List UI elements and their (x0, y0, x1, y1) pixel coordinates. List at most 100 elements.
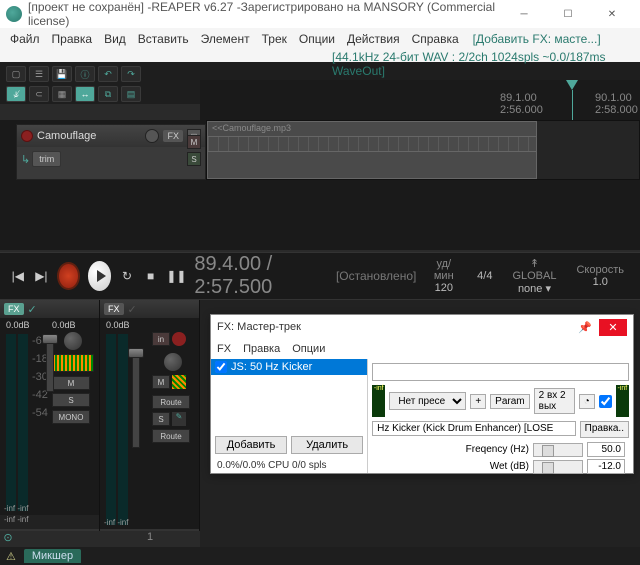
stop-button[interactable]: ■ (143, 266, 159, 286)
track1-mute-button[interactable]: M (152, 375, 170, 389)
track1-solo-button[interactable]: S (152, 412, 170, 426)
fx-comment-field[interactable] (372, 363, 629, 381)
timeline-ruler[interactable]: 89.1.002:56.000 90.1.002:58.000 (200, 80, 640, 120)
track-lane[interactable]: <<Camouflage.mp3 (206, 120, 640, 180)
fx-add-button[interactable]: Добавить (215, 436, 287, 454)
mixer-track-strip[interactable]: FX ✓ 0.0dB in M Route S ✎ (100, 300, 200, 547)
fx-io-button[interactable]: 2 вх 2 вых (534, 388, 575, 414)
menu-actions[interactable]: Действия (341, 28, 406, 50)
track-control-panel[interactable]: Camouflage FX ⊡ ↳ trim M S (16, 124, 206, 180)
menu-view[interactable]: Вид (98, 28, 132, 50)
menu-track[interactable]: Трек (256, 28, 293, 50)
fx-list-item[interactable]: JS: 50 Hz Kicker (211, 359, 367, 375)
track-index: 1 (100, 531, 200, 547)
track1-fx-button[interactable]: FX (104, 303, 124, 315)
maximize-button[interactable]: ☐ (546, 0, 590, 28)
tool-grid-icon[interactable]: ▤ (121, 86, 141, 102)
warning-icon[interactable]: ⚠ (6, 550, 16, 563)
fx-edit-button[interactable]: Правка.. (580, 421, 629, 438)
param-slider[interactable] (533, 460, 583, 474)
fx-remove-button[interactable]: Удалить (291, 436, 363, 454)
tool-envelope-icon[interactable]: ⊂ (29, 86, 49, 102)
master-output-icon[interactable] (52, 354, 94, 372)
fx-enable-checkbox[interactable] (215, 361, 227, 373)
tool-new-icon[interactable]: ▢ (6, 66, 26, 82)
track1-phase-icon[interactable] (172, 375, 186, 389)
fx-menu-edit[interactable]: Правка (243, 343, 280, 355)
master-fader-handle[interactable] (42, 334, 58, 344)
fx-ui-button[interactable]: ◔ (579, 394, 595, 409)
fx-menu-fx[interactable]: FX (217, 343, 231, 355)
playhead-icon[interactable] (566, 80, 578, 90)
track1-rec-button[interactable] (172, 332, 186, 346)
track1-fx-bypass-icon[interactable]: ✓ (128, 303, 137, 316)
mute-button[interactable]: M (187, 135, 201, 149)
menu-item[interactable]: Элемент (195, 28, 256, 50)
goto-end-button[interactable]: ▶| (34, 266, 50, 286)
tool-redo-icon[interactable]: ↷ (121, 66, 141, 82)
menu-edit[interactable]: Правка (46, 28, 99, 50)
master-solo-button[interactable]: S (52, 393, 90, 407)
track1-route2-button[interactable]: Route (152, 429, 190, 443)
param-value[interactable]: -12.0 (587, 459, 625, 474)
transport-bar: |◀ ▶| ↻ ■ ❚❚ 89.4.00 / 2:57.500 [Останов… (0, 252, 640, 300)
param-value[interactable]: 50.0 (587, 442, 625, 457)
minimize-button[interactable]: ─ (502, 0, 546, 28)
tool-ripple-icon[interactable]: ↔ (75, 86, 95, 102)
master-mute-button[interactable]: M (52, 376, 90, 390)
clip-waveform (208, 136, 536, 152)
fx-chain-window[interactable]: FX: Мастер-трек 📌 ✕ FX Правка Опции JS: … (210, 314, 634, 474)
fx-menu-options[interactable]: Опции (292, 343, 325, 355)
playrate-box[interactable]: Скорость1.0 (570, 262, 630, 290)
menu-file[interactable]: Файл (4, 28, 46, 50)
tool-undo-icon[interactable]: ↶ (98, 66, 118, 82)
track1-in-button[interactable]: in (152, 332, 170, 346)
menu-insert[interactable]: Вставить (132, 28, 195, 50)
solo-button[interactable]: S (187, 152, 201, 166)
fx-param-button[interactable]: Param (490, 394, 529, 409)
play-button[interactable] (88, 261, 111, 291)
fx-bypass-checkbox[interactable] (599, 395, 612, 408)
global-automation-box[interactable]: ↟ GLOBALnone ▾ (506, 255, 562, 297)
tool-save-icon[interactable]: 💾 (52, 66, 72, 82)
tool-snap-icon[interactable]: ⧉ (98, 86, 118, 102)
input-icon[interactable]: ↳ (21, 153, 30, 166)
trim-button[interactable]: trim (32, 151, 61, 167)
track1-pan-knob[interactable] (164, 353, 182, 371)
menu-help[interactable]: Справка (406, 28, 465, 50)
tool-lock-icon[interactable]: ⫝̸ (6, 86, 26, 102)
track1-env-icon[interactable]: ✎ (172, 412, 186, 426)
fx-preset-plus-button[interactable]: + (470, 394, 486, 409)
track1-fader-handle[interactable] (128, 348, 144, 358)
mixer-tab[interactable]: Микшер (24, 549, 81, 563)
master-fx-button[interactable]: FX (4, 303, 24, 315)
bpm-box[interactable]: уд/мин120 (424, 256, 463, 296)
loop-button[interactable]: ↻ (119, 266, 135, 286)
fx-close-button[interactable]: ✕ (599, 319, 627, 336)
goto-start-button[interactable]: |◀ (10, 266, 26, 286)
timesig-box[interactable]: 4/4 (471, 268, 498, 284)
track-name[interactable]: Camouflage (37, 130, 141, 142)
volume-knob[interactable] (145, 129, 159, 143)
transport-time[interactable]: 89.4.00 / 2:57.500 (194, 253, 320, 299)
tool-settings-icon[interactable]: ⓘ (75, 66, 95, 82)
close-button[interactable]: ✕ (590, 0, 634, 28)
fx-preset-dropdown[interactable]: Нет пресе (389, 392, 466, 410)
track-fx-button[interactable]: FX (163, 130, 183, 142)
menu-addfx[interactable]: [Добавить FX: масте...] (465, 32, 601, 46)
tool-open-icon[interactable]: ☰ (29, 66, 49, 82)
master-fx-bypass-icon[interactable]: ✓ (28, 303, 37, 316)
audio-clip[interactable]: <<Camouflage.mp3 (207, 121, 537, 179)
pause-button[interactable]: ❚❚ (166, 266, 186, 286)
menu-options[interactable]: Опции (293, 28, 341, 50)
fx-window-titlebar[interactable]: FX: Мастер-трек 📌 ✕ (211, 315, 633, 339)
master-pan-knob[interactable] (64, 332, 82, 350)
tool-group-icon[interactable]: ▦ (52, 86, 72, 102)
record-button[interactable] (57, 262, 80, 290)
param-slider[interactable] (533, 443, 583, 457)
track1-route-button[interactable]: Route (152, 395, 190, 409)
master-mono-button[interactable]: MONO (52, 410, 90, 424)
record-arm-button[interactable] (21, 130, 33, 142)
mixer-master-strip[interactable]: FX ✓ 0.0dB 0.0dB -6-18 -30-42 -54 M S MO… (0, 300, 100, 547)
fx-pin-button[interactable]: 📌 (571, 321, 599, 334)
